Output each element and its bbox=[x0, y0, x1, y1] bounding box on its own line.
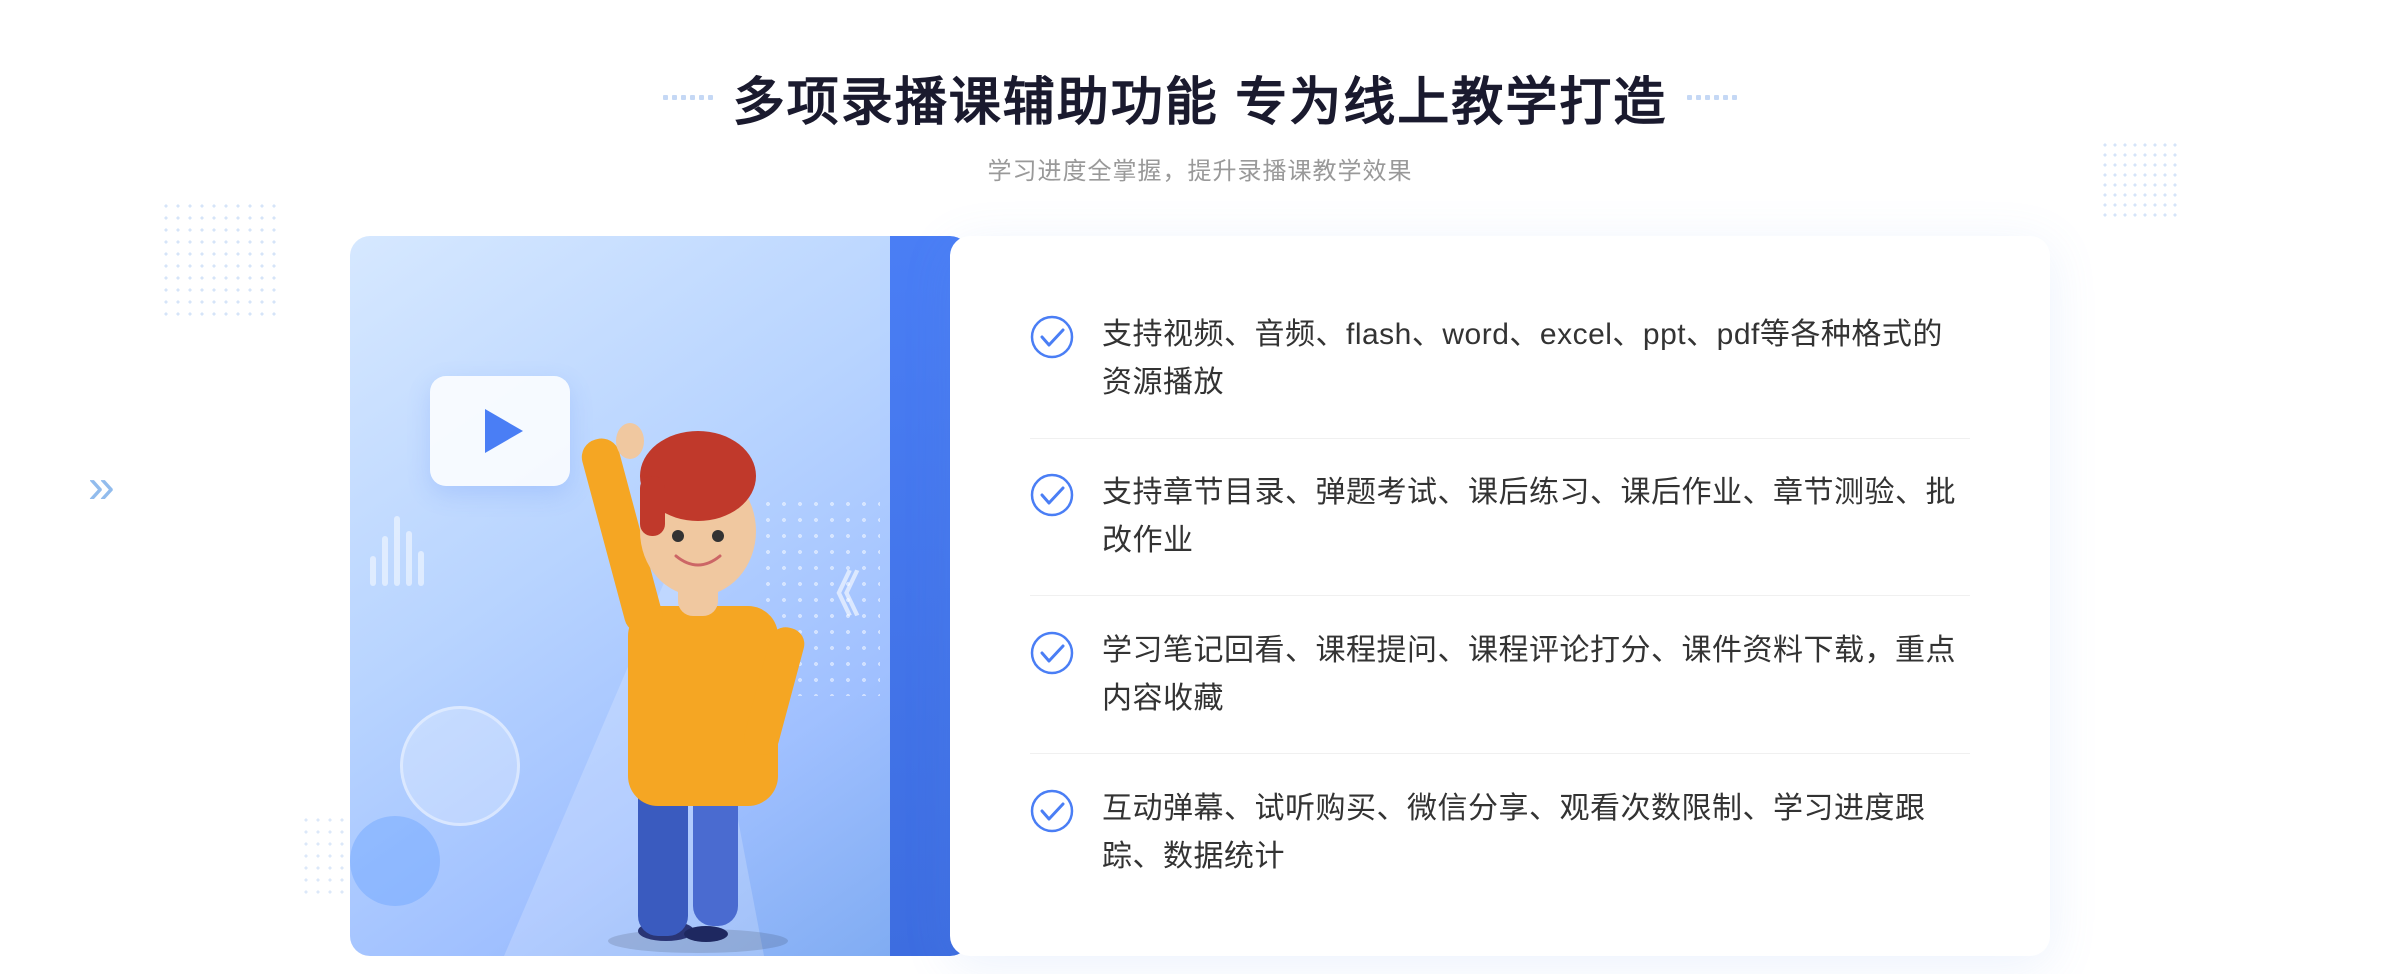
divider-3 bbox=[1030, 753, 1970, 754]
feature-item-2: 支持章节目录、弹题考试、课后练习、课后作业、章节测验、批改作业 bbox=[1030, 449, 1970, 585]
check-icon-1 bbox=[1030, 315, 1074, 359]
title-deco-right bbox=[1687, 95, 1737, 100]
title-deco-left bbox=[663, 95, 713, 100]
section-header: 多项录播课辅助功能 专为线上教学打造 学习进度全掌握，提升录播课教学效果 bbox=[663, 60, 1737, 186]
main-content: 《 bbox=[350, 236, 2050, 956]
divider-1 bbox=[1030, 438, 1970, 439]
feature-item-1: 支持视频、音频、flash、word、excel、ppt、pdf等各种格式的资源… bbox=[1030, 291, 1970, 427]
divider-2 bbox=[1030, 595, 1970, 596]
page-subtitle: 学习进度全掌握，提升录播课教学效果 bbox=[663, 151, 1737, 186]
deco-circle-large bbox=[400, 706, 520, 826]
feature-text-1: 支持视频、音频、flash、word、excel、ppt、pdf等各种格式的资源… bbox=[1102, 311, 1970, 407]
feature-text-2: 支持章节目录、弹题考试、课后练习、课后作业、章节测验、批改作业 bbox=[1102, 469, 1970, 565]
feature-text-3: 学习笔记回看、课程提问、课程评论打分、课件资料下载，重点内容收藏 bbox=[1102, 627, 1970, 723]
check-icon-2 bbox=[1030, 473, 1074, 517]
feature-text-4: 互动弹幕、试听购买、微信分享、观看次数限制、学习进度跟踪、数据统计 bbox=[1102, 785, 1970, 881]
page-title: 多项录播课辅助功能 专为线上教学打造 bbox=[733, 60, 1667, 135]
feature-item-4: 互动弹幕、试听购买、微信分享、观看次数限制、学习进度跟踪、数据统计 bbox=[1030, 765, 1970, 901]
illustration-panel: 《 bbox=[350, 236, 970, 956]
check-icon-4 bbox=[1030, 789, 1074, 833]
title-row: 多项录播课辅助功能 专为线上教学打造 bbox=[663, 60, 1737, 135]
check-icon-3 bbox=[1030, 631, 1074, 675]
page-container: » 多项录播课辅助功能 专为线上教学打造 学习进度全掌握，提升录播课教学效果 《 bbox=[0, 0, 2400, 974]
features-panel: 支持视频、音频、flash、word、excel、ppt、pdf等各种格式的资源… bbox=[950, 236, 2050, 956]
bg-dots-left bbox=[160, 200, 280, 320]
deco-circle-small bbox=[350, 816, 440, 906]
vert-stripes-decoration bbox=[370, 516, 424, 586]
person-figure bbox=[548, 376, 868, 956]
bg-dots-right bbox=[2100, 140, 2180, 220]
arrow-left-decoration: » bbox=[88, 460, 115, 515]
feature-item-3: 学习笔记回看、课程提问、课程评论打分、课件资料下载，重点内容收藏 bbox=[1030, 607, 1970, 743]
play-triangle-icon bbox=[485, 409, 523, 453]
